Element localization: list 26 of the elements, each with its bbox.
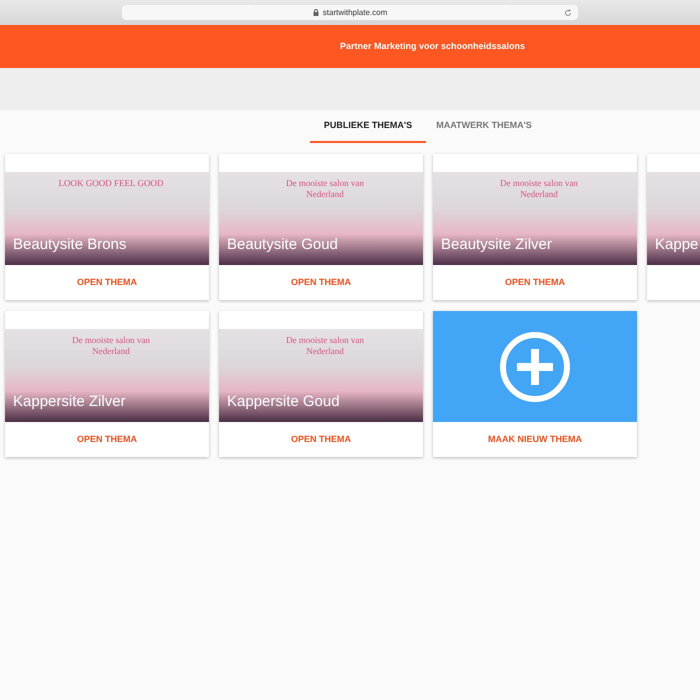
preview-headline: De mooiste salon van Nederland <box>285 335 365 357</box>
preview-headline: De mooiste salon van Nederland <box>499 178 579 200</box>
tab[interactable]: PUBLIEKE THEMA'S <box>310 110 426 143</box>
preview-headline: De mooiste salon van Nederland <box>285 178 365 200</box>
open-theme-button[interactable]: OPEN THEMA <box>504 276 565 290</box>
card-title: Kappersite Zilver <box>13 392 126 412</box>
card-title: Beautysite Brons <box>13 235 126 255</box>
lock-icon <box>312 9 319 16</box>
open-theme-button[interactable]: OPEN THEMA <box>76 432 137 446</box>
add-icon <box>499 330 571 402</box>
card-title: Beautysite Goud <box>227 235 338 255</box>
header-title: Partner Marketing voor schoonheidssalons <box>340 40 526 53</box>
tab[interactable]: MAATWERK THEMA'S <box>426 110 542 143</box>
card-title: Beautysite Zilver <box>441 235 552 255</box>
new-theme-card[interactable]: MAAK NIEUW THEMA <box>433 311 637 457</box>
open-theme-button[interactable]: OPEN THEMA <box>290 276 351 290</box>
card-title: Kappersite Goud <box>227 392 340 412</box>
preview-headline: De mooiste salon van Nederland <box>71 335 151 357</box>
new-theme-button[interactable]: MAAK NIEUW THEMA <box>488 432 582 446</box>
url-text: startwithplate.com <box>322 6 388 18</box>
card-title: Kappe <box>655 235 698 255</box>
address-bar[interactable]: startwithplate.com <box>122 5 578 20</box>
preview-headline: LOOK GOOD FEEL GOOD <box>58 178 164 189</box>
open-theme-button[interactable]: OPEN THEMA <box>76 276 137 290</box>
open-theme-button[interactable]: OPEN THEMA <box>290 432 351 446</box>
reload-icon[interactable] <box>564 8 572 16</box>
